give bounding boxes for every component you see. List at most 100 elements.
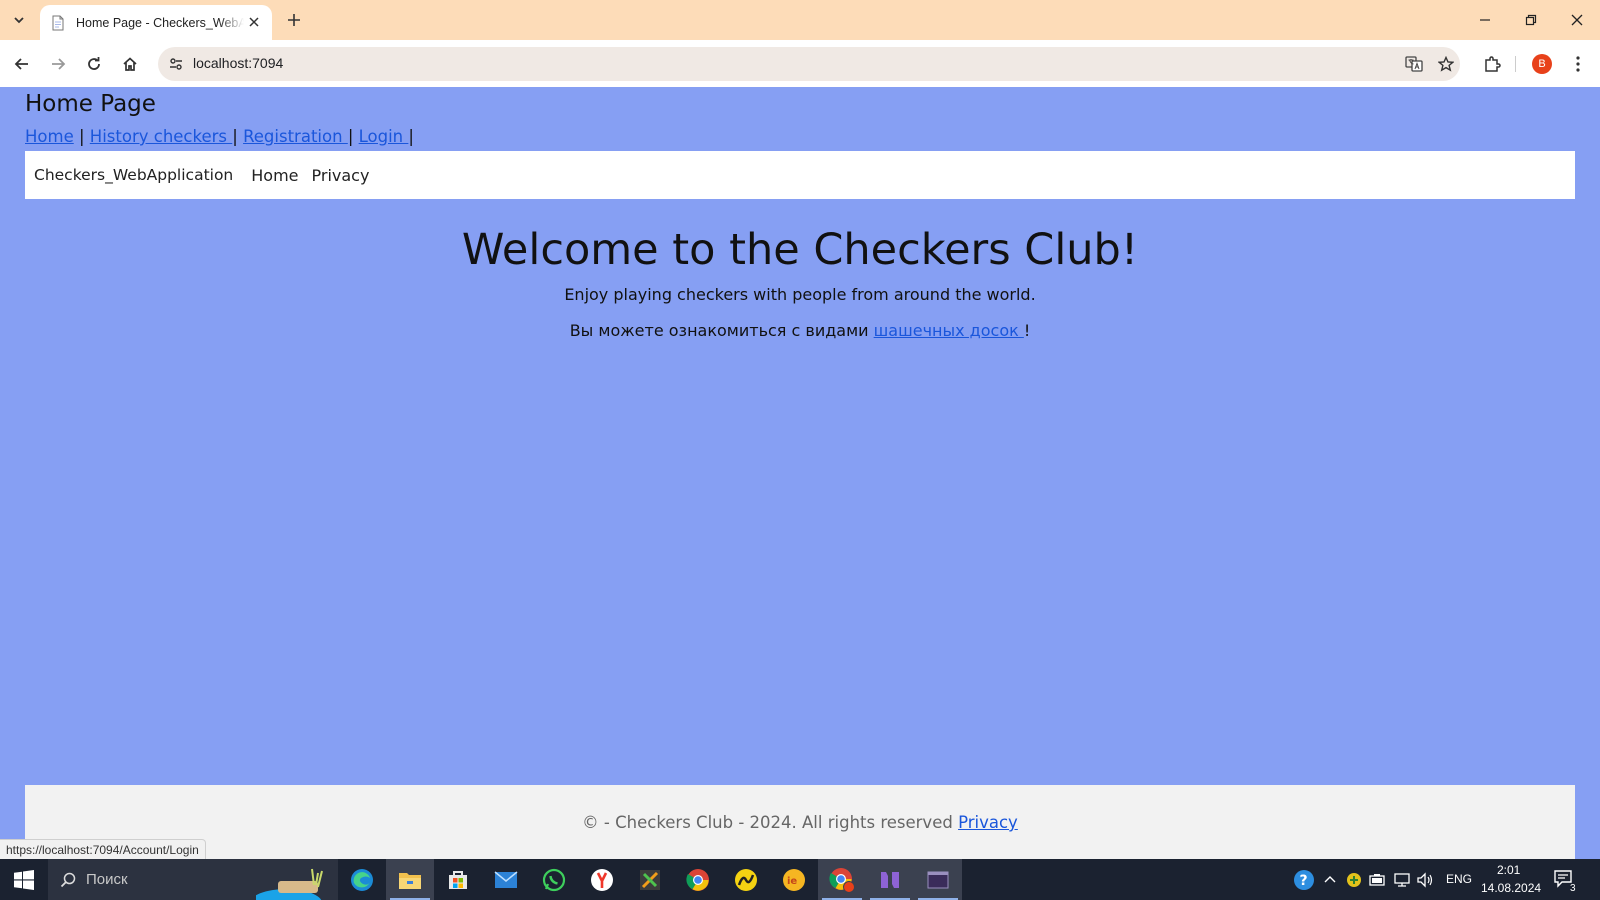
navbar-brand[interactable]: Checkers_WebApplication [34,166,233,184]
taskbar-app-yellow[interactable] [722,859,770,900]
home-icon [123,57,137,71]
close-tab-icon[interactable] [246,14,262,30]
console-icon [927,871,949,888]
link-status-bubble: https://localhost:7094/Account/Login [0,839,206,860]
windows-logo-icon [14,869,34,890]
link-separator: | [78,127,85,146]
volume-icon[interactable] [1416,872,1434,888]
close-window-button[interactable] [1554,0,1600,40]
home-button[interactable] [116,50,144,78]
clock-time[interactable]: 2:01 [1497,863,1520,877]
link-registration[interactable]: Registration [243,127,348,146]
extensions-button[interactable] [1478,50,1506,78]
taskbar-visual-studio[interactable] [866,859,914,900]
chrome-profile-icon [829,867,855,893]
web-page: Home Page Home | History checkers | Regi… [0,87,1600,860]
nav-link-home[interactable]: Home [251,166,298,185]
close-icon [1571,14,1583,26]
site-navbar: Checkers_WebApplication Home Privacy [25,151,1575,199]
taskbar-search[interactable]: Поиск [48,859,338,900]
search-placeholder: Поиск [86,871,128,888]
tab-title: Home Page - Checkers_WebApplication [76,15,244,30]
arrow-right-icon [52,58,66,70]
restore-button[interactable] [1508,0,1554,40]
address-url: localhost:7094 [193,55,284,71]
boards-info-text: Вы можете ознакомиться с видами шашечных… [0,321,1600,340]
taskbar-yandex-browser[interactable] [578,859,626,900]
mail-icon [494,870,518,888]
chrome-icon [686,868,709,891]
link-login[interactable]: Login [359,127,409,146]
store-icon [449,870,467,889]
footer-copyright: © - Checkers Club - 2024. All rights res… [582,813,959,832]
reload-button[interactable] [80,50,108,78]
lightning-app-icon [735,868,757,891]
start-button[interactable] [0,859,48,900]
taskbar-mail[interactable] [482,859,530,900]
browser-toolbar: localhost:7094 B [0,40,1600,87]
link-separator: | [408,127,414,146]
nav-link-privacy[interactable]: Privacy [312,166,370,185]
top-links: Home | History checkers | Registration |… [25,127,414,146]
page-icon [52,15,64,30]
chevron-down-icon [14,17,24,24]
tab-search-button[interactable] [6,7,32,33]
arrow-left-icon [14,58,28,70]
taskbar-edge[interactable] [338,859,386,900]
new-tab-button[interactable] [282,8,306,32]
page-footer: © - Checkers Club - 2024. All rights res… [25,785,1575,859]
yandex-icon [591,868,613,891]
taskbar-chrome[interactable] [674,859,722,900]
taskbar-file-explorer[interactable] [386,859,434,900]
whatsapp-icon [542,868,566,891]
taskbar-app-tool[interactable] [626,859,674,900]
bookmark-star-icon[interactable] [1434,52,1458,76]
link-separator: | [347,127,354,146]
browser-menu-button[interactable] [1564,50,1592,78]
chevron-up-icon[interactable] [1324,874,1336,884]
link-history-checkers[interactable]: History checkers [90,127,232,146]
help-icon[interactable]: ? [1293,869,1315,891]
battery-icon[interactable] [1368,873,1386,887]
taskbar-chrome-profile[interactable] [818,859,866,900]
footer-privacy-link[interactable]: Privacy [958,813,1018,832]
address-bar[interactable]: localhost:7094 [158,47,1460,81]
keyboard-language[interactable]: ENG [1446,872,1472,886]
forward-button[interactable] [44,50,72,78]
welcome-subtitle: Enjoy playing checkers with people from … [564,285,1036,304]
folder-icon [399,872,421,889]
boards-info-suffix: ! [1023,321,1031,340]
profile-avatar[interactable]: B [1532,54,1552,74]
back-button[interactable] [8,50,36,78]
ie-app-icon: ie [783,868,805,891]
taskbar-console[interactable] [914,859,962,900]
taskbar-whatsapp[interactable] [530,859,578,900]
taskbar-app-orange[interactable]: ie [770,859,818,900]
visual-studio-icon [881,871,899,888]
tray-app-icon[interactable] [1346,872,1362,888]
plus-icon [288,14,300,26]
minimize-icon [1480,19,1490,21]
notification-count: 3 [1568,883,1578,894]
kebab-menu-icon [1576,56,1580,72]
search-icon [60,872,76,887]
welcome-heading: Welcome to the Checkers Club! [461,225,1139,275]
svg-text:ie: ie [787,876,797,887]
network-icon[interactable] [1393,873,1411,887]
link-separator: | [232,127,238,146]
toolbar-separator [1515,56,1516,72]
browser-tab-active[interactable]: Home Page - Checkers_WebApplication [40,5,272,40]
link-home[interactable]: Home [25,127,74,146]
site-info-icon[interactable] [164,52,188,76]
taskbar-store[interactable] [434,859,482,900]
reload-icon [88,57,100,70]
browser-tab-strip: Home Page - Checkers_WebApplication [0,0,1600,40]
boards-info-prefix: Вы можете ознакомиться с видами [569,321,874,340]
minimize-button[interactable] [1462,0,1508,40]
windows-taskbar: Поиск ie ? ENG 2:01 14.08.2024 3 [0,859,1600,900]
puzzle-icon [1485,56,1501,72]
edge-icon [351,868,373,891]
clock-date[interactable]: 14.08.2024 [1481,881,1541,895]
boards-link[interactable]: шашечных досок [874,321,1024,340]
translate-icon[interactable] [1402,52,1426,76]
